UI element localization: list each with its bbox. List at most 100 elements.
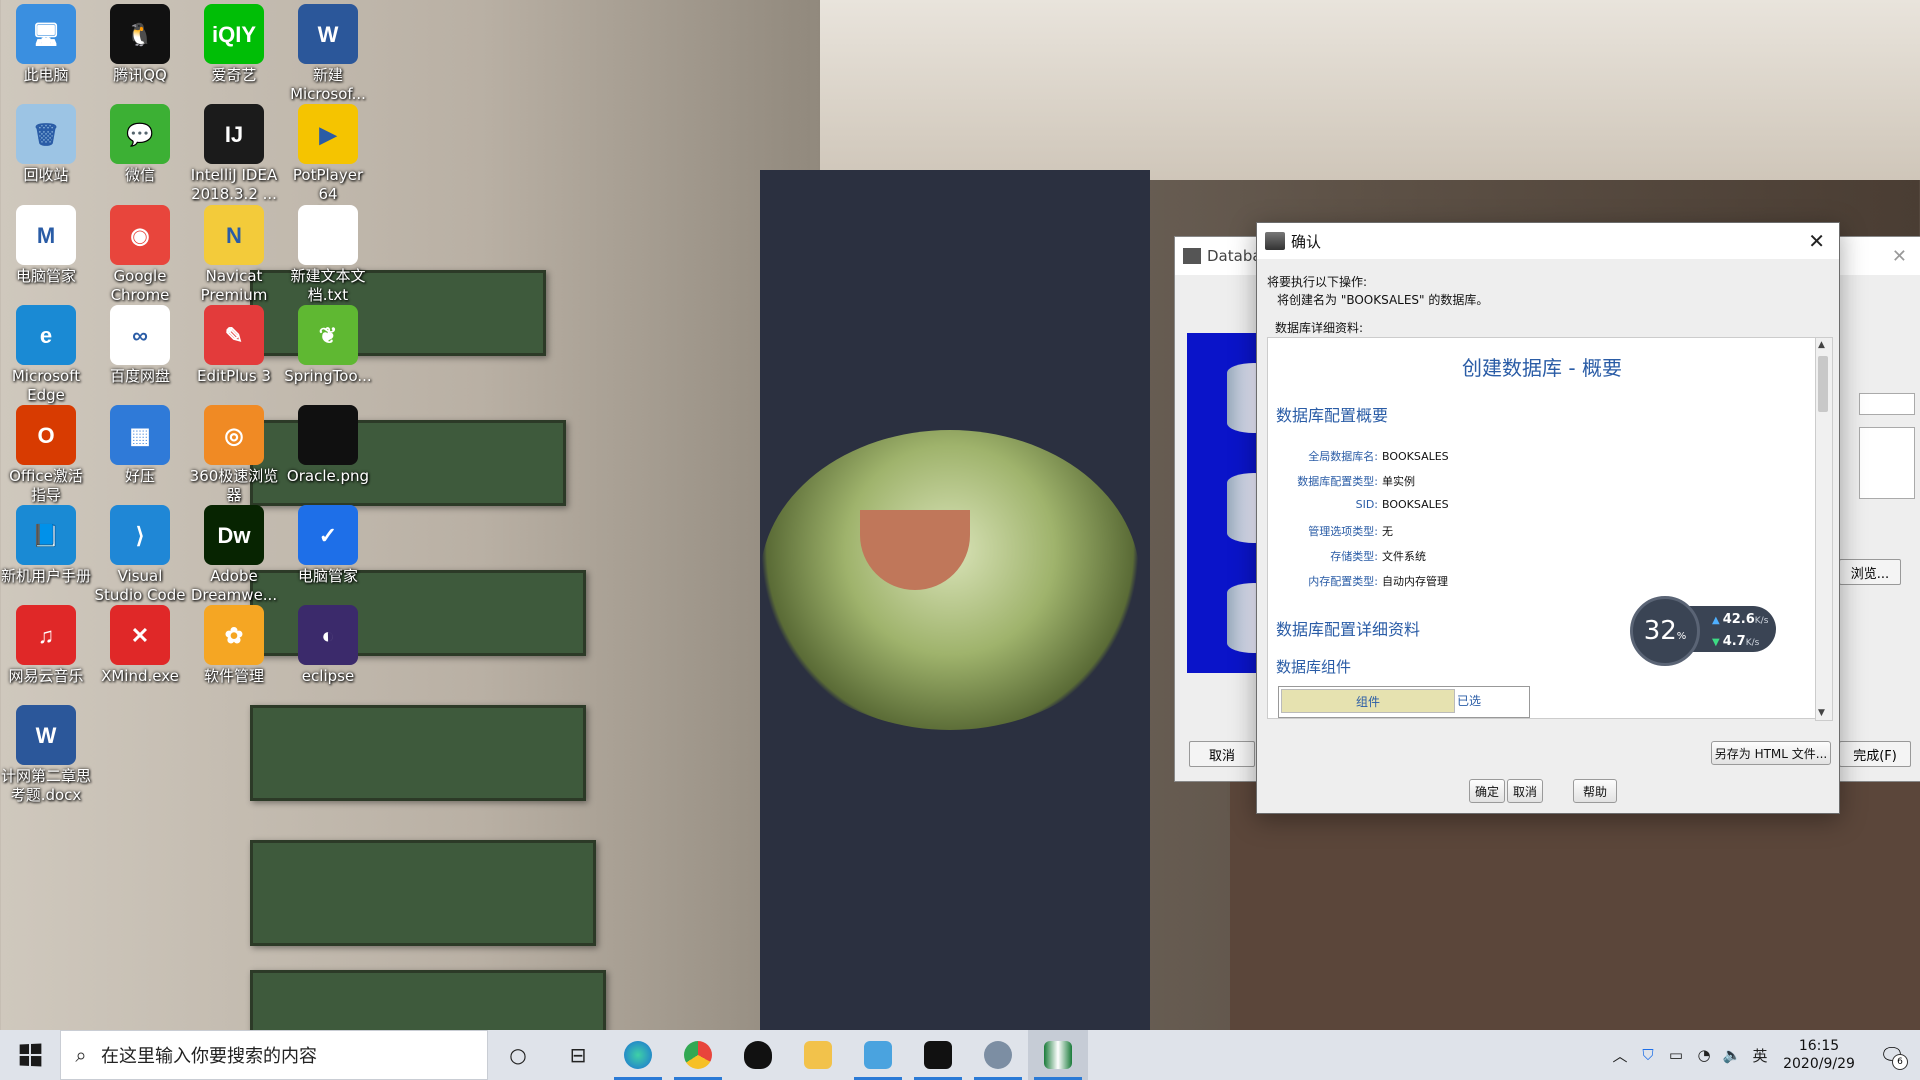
media-taskbar-icon[interactable] xyxy=(848,1030,908,1080)
desktop-icon-label: SpringToo... xyxy=(284,367,372,385)
task-view-icon[interactable]: ⊟ xyxy=(548,1030,608,1080)
desktop-icon[interactable]: W 计网第二章思 考题.docx xyxy=(0,705,92,805)
summary-value: 无 xyxy=(1382,525,1393,538)
desktop-icon[interactable]: 💬 微信 xyxy=(94,104,186,185)
scrollbar-thumb[interactable] xyxy=(1818,356,1828,412)
ime-indicator[interactable]: 英 xyxy=(1746,1030,1774,1080)
desktop-icon-label: 新建文本文 档.txt xyxy=(290,267,366,304)
finish-button[interactable]: 完成(F) xyxy=(1839,741,1911,767)
desktop-icon[interactable]: ❦ SpringToo... xyxy=(282,305,374,386)
desktop-icon[interactable]: N Navicat Premium xyxy=(188,205,280,305)
app-icon: iQIY xyxy=(204,4,264,64)
desktop-icon-label: IntelliJ IDEA 2018.3.2 ... xyxy=(190,166,278,203)
cancel-button[interactable]: 取消 xyxy=(1507,779,1543,803)
confirm-dialog[interactable]: 确认 ✕ 将要执行以下操作: 将创建名为 "BOOKSALES" 的数据库。 数… xyxy=(1256,222,1840,814)
start-button[interactable] xyxy=(0,1030,60,1080)
qq-taskbar-icon[interactable] xyxy=(728,1030,788,1080)
edge-taskbar-icon[interactable] xyxy=(608,1030,668,1080)
app-icon: M xyxy=(16,205,76,265)
desktop-icon[interactable]: 🗑 回收站 xyxy=(0,104,92,185)
file-explorer-taskbar-icon[interactable] xyxy=(788,1030,848,1080)
desktop-icon[interactable]: W 新建 Microsof... xyxy=(282,4,374,104)
desktop-icon[interactable]: ✓ 电脑管家 xyxy=(282,505,374,586)
download-unit: K/s xyxy=(1745,638,1760,648)
desktop-icon[interactable]: ◉ Google Chrome xyxy=(94,205,186,305)
network-speed-widget[interactable]: 32% ▲ 42.6K/s ▼ 4.7K/s xyxy=(1630,596,1780,666)
dbca-taskbar-icon[interactable] xyxy=(1028,1030,1088,1080)
desktop-icon[interactable]: ▦ 好压 xyxy=(94,405,186,486)
field[interactable] xyxy=(1859,393,1915,415)
desktop-icon-label: 网易云音乐 xyxy=(8,667,84,685)
chrome-taskbar-icon[interactable] xyxy=(668,1030,728,1080)
desktop-icon[interactable]: 🖥 此电脑 xyxy=(0,4,92,85)
battery-icon[interactable]: ▭ xyxy=(1662,1030,1690,1080)
summary-row: 管理选项类型: 无 xyxy=(1268,523,1393,539)
desktop-icon[interactable]: ◎ 360极速浏览 器 xyxy=(188,405,280,505)
desktop-icon[interactable]: iQIY 爱奇艺 xyxy=(188,4,280,85)
desktop-icon[interactable]: 新建文本文 档.txt xyxy=(282,205,374,305)
desktop-icon[interactable]: ✿ 软件管理 xyxy=(188,605,280,686)
summary-value: 文件系统 xyxy=(1382,550,1426,563)
section-config-details: 数据库配置详细资料 xyxy=(1276,620,1421,639)
summary-row: 存储类型: 文件系统 xyxy=(1268,548,1426,564)
save-html-button[interactable]: 另存为 HTML 文件... xyxy=(1711,741,1831,765)
desktop-icon-label: 新建 Microsof... xyxy=(290,66,366,103)
desktop-icon[interactable]: ⟩ Visual Studio Code xyxy=(94,505,186,605)
chevron-up-icon[interactable]: ︿ xyxy=(1606,1030,1634,1080)
desktop-icon[interactable]: Oracle.png xyxy=(282,405,374,486)
cortana-icon[interactable]: ○ xyxy=(488,1030,548,1080)
terminal-taskbar-icon[interactable] xyxy=(908,1030,968,1080)
summary-key: 存储类型: xyxy=(1330,550,1378,563)
desktop-icon[interactable]: ◐ eclipse xyxy=(282,605,374,686)
app-icon: Dw xyxy=(204,505,264,565)
desktop-icon[interactable]: ∞ 百度网盘 xyxy=(94,305,186,386)
app-icon xyxy=(298,205,358,265)
table-header-selected: 已选 xyxy=(1457,693,1482,708)
summary-key: 全局数据库名: xyxy=(1308,450,1378,463)
help-button[interactable]: 帮助 xyxy=(1573,779,1617,803)
summary-key: 管理选项类型: xyxy=(1308,525,1378,538)
scroll-down-icon[interactable]: ▼ xyxy=(1818,708,1825,718)
browse-button[interactable]: 浏览... xyxy=(1839,559,1901,585)
close-icon[interactable]: ✕ xyxy=(1892,246,1907,267)
desktop-icon[interactable]: M 电脑管家 xyxy=(0,205,92,286)
notification-icon[interactable]: 🗨 6 xyxy=(1864,1030,1920,1080)
app-icon: ✿ xyxy=(204,605,264,665)
scrollbar[interactable]: ▲ ▼ xyxy=(1815,337,1833,721)
desktop-icon-label: Microsoft Edge xyxy=(11,367,81,404)
wifi-icon[interactable]: ◔ xyxy=(1690,1030,1718,1080)
desktop-icon[interactable]: Dw Adobe Dreamwe... xyxy=(188,505,280,605)
app-icon xyxy=(1265,232,1285,250)
desktop-icon-label: Adobe Dreamwe... xyxy=(190,567,278,604)
desktop-icon[interactable]: e Microsoft Edge xyxy=(0,305,92,405)
desktop-icon[interactable]: IJ IntelliJ IDEA 2018.3.2 ... xyxy=(188,104,280,204)
security-shield-icon[interactable]: ⛉ xyxy=(1634,1030,1662,1080)
cancel-button[interactable]: 取消 xyxy=(1189,741,1255,767)
desktop-icon-label: Office激活 指导 xyxy=(9,467,83,504)
app-icon xyxy=(298,405,358,465)
wallpaper-board xyxy=(250,705,586,801)
upload-speed: ▲ 42.6K/s xyxy=(1712,612,1768,627)
summary-row: 全局数据库名: BOOKSALES xyxy=(1268,448,1448,464)
desktop-icon[interactable]: O Office激活 指导 xyxy=(0,405,92,505)
ok-button[interactable]: 确定 xyxy=(1469,779,1505,803)
volume-icon[interactable]: 🔈 xyxy=(1718,1030,1746,1080)
desktop-icon[interactable]: 🐧 腾讯QQ xyxy=(94,4,186,85)
app-icon: ❦ xyxy=(298,305,358,365)
desktop-icon[interactable]: 📘 新机用户手册 xyxy=(0,505,92,586)
search-box[interactable]: ⌕ 在这里输入你要搜索的内容 xyxy=(60,1030,488,1080)
desktop-icon-label: Oracle.png xyxy=(286,467,370,485)
text-area[interactable] xyxy=(1859,427,1915,499)
settings-taskbar-icon[interactable] xyxy=(968,1030,1028,1080)
scroll-up-icon[interactable]: ▲ xyxy=(1818,340,1825,350)
desktop-icon-label: XMind.exe xyxy=(101,667,179,685)
dialog-titlebar: 确认 ✕ xyxy=(1257,223,1839,259)
desktop-icon[interactable]: ♫ 网易云音乐 xyxy=(0,605,92,686)
desktop-icon[interactable]: ✎ EditPlus 3 xyxy=(188,305,280,386)
app-icon: ▦ xyxy=(110,405,170,465)
desktop-icon-label: 电脑管家 xyxy=(297,567,358,585)
upload-unit: K/s xyxy=(1754,616,1769,626)
clock[interactable]: 16:15 2020/9/29 xyxy=(1774,1037,1864,1073)
close-icon[interactable]: ✕ xyxy=(1808,229,1825,253)
desktop-icon[interactable]: ✕ XMind.exe xyxy=(94,605,186,686)
